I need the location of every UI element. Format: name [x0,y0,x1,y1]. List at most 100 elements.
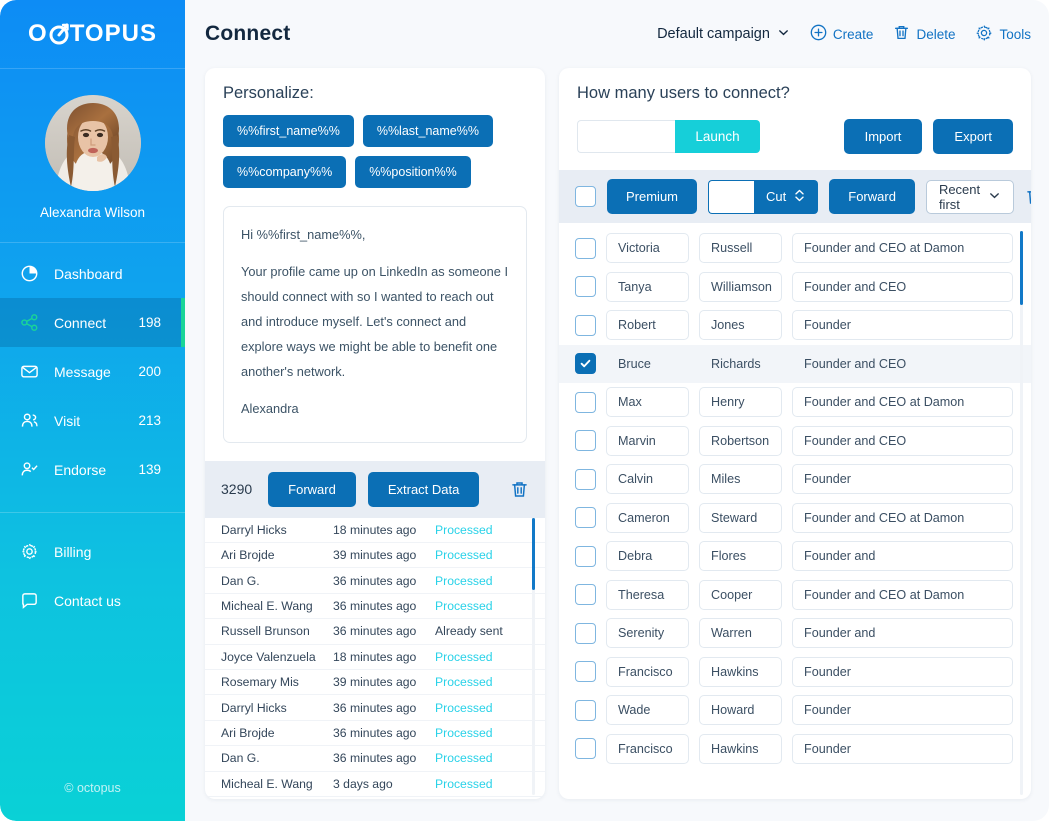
sidebar-item-message[interactable]: Message 200 [0,347,185,396]
tag-company[interactable]: %%company%% [223,156,347,188]
last-name-field[interactable]: Jones [699,310,782,341]
last-name-field[interactable]: Henry [699,387,782,418]
last-name-field[interactable]: Robertson [699,425,782,456]
message-textarea[interactable]: Hi %%first_name%%, Your profile came up … [223,206,527,443]
tools-button[interactable]: Tools [975,24,1031,45]
job-title-field[interactable]: Founder and CEO [792,349,1013,379]
table-row[interactable]: Bruce Richards Founder and CEO [559,344,1031,383]
cut-button[interactable]: Cut [754,179,819,214]
last-name-field[interactable]: Williamson [699,271,782,302]
first-name-field[interactable]: Bruce [606,349,689,379]
last-name-field[interactable]: Miles [699,464,782,495]
premium-button[interactable]: Premium [607,179,698,214]
row-checkbox[interactable] [575,430,596,452]
sidebar-item-dashboard[interactable]: Dashboard [0,249,185,298]
job-title-field[interactable]: Founder and [792,541,1013,572]
launch-button[interactable]: Launch [675,120,760,153]
activity-log-scrollbar[interactable] [532,517,535,795]
first-name-field[interactable]: Theresa [606,579,689,610]
table-row[interactable]: Theresa Cooper Founder and CEO at Damon [559,576,1031,615]
last-name-field[interactable]: Warren [699,618,782,649]
job-title-field[interactable]: Founder [792,733,1013,764]
table-row[interactable]: Wade Howard Founder [559,691,1031,730]
sort-order-select[interactable]: Recent first [925,179,1015,214]
users-count-input[interactable] [577,120,675,153]
row-checkbox[interactable] [575,699,596,721]
table-row[interactable]: Francisco Hawkins Founder [559,653,1031,692]
job-title-field[interactable]: Founder [792,695,1013,726]
campaign-selector[interactable]: Default campaign [657,26,790,43]
table-row[interactable]: Debra Flores Founder and [559,537,1031,576]
create-button[interactable]: Create [810,24,873,44]
export-button[interactable]: Export [933,119,1013,154]
delete-log-button[interactable] [510,480,529,499]
import-button[interactable]: Import [843,119,923,154]
last-name-field[interactable]: Richards [699,349,782,379]
first-name-field[interactable]: Tanya [606,271,689,302]
table-row[interactable]: Calvin Miles Founder [559,460,1031,499]
row-checkbox[interactable] [575,237,596,259]
first-name-field[interactable]: Wade [606,695,689,726]
last-name-field[interactable]: Howard [699,695,782,726]
first-name-field[interactable]: Debra [606,541,689,572]
table-row[interactable]: Robert Jones Founder [559,306,1031,345]
users-table-scrollbar[interactable] [1020,231,1023,795]
job-title-field[interactable]: Founder and CEO at Damon [792,502,1013,533]
table-row[interactable]: Max Henry Founder and CEO at Damon [559,383,1031,422]
job-title-field[interactable]: Founder and CEO [792,271,1013,302]
table-row[interactable]: Serenity Warren Founder and [559,614,1031,653]
job-title-field[interactable]: Founder and CEO at Damon [792,233,1013,264]
row-checkbox[interactable] [575,545,596,567]
last-name-field[interactable]: Hawkins [699,656,782,687]
row-checkbox[interactable] [575,391,596,413]
sidebar-item-connect[interactable]: Connect 198 [0,298,185,347]
row-checkbox[interactable] [575,468,596,490]
row-checkbox[interactable] [575,314,596,336]
first-name-field[interactable]: Cameron [606,502,689,533]
first-name-field[interactable]: Marvin [606,425,689,456]
last-name-field[interactable]: Hawkins [699,733,782,764]
job-title-field[interactable]: Founder and CEO [792,425,1013,456]
forward-button[interactable]: Forward [268,471,356,507]
first-name-field[interactable]: Victoria [606,233,689,264]
job-title-field[interactable]: Founder [792,656,1013,687]
table-row[interactable]: Victoria Russell Founder and CEO at Damon [559,229,1031,268]
table-row[interactable]: Marvin Robertson Founder and CEO [559,422,1031,461]
cut-amount-input[interactable] [708,179,755,214]
row-checkbox[interactable] [575,276,596,298]
activity-log-list[interactable]: Darryl Hicks 18 minutes ago Processed Ari B… [205,517,545,799]
delete-button[interactable]: Delete [893,24,955,44]
row-checkbox[interactable] [575,584,596,606]
delete-selected-button[interactable] [1025,187,1031,206]
sidebar-item-endorse[interactable]: Endorse 139 [0,445,185,494]
first-name-field[interactable]: Francisco [606,733,689,764]
sidebar-item-billing[interactable]: Billing [0,527,185,576]
extract-data-button[interactable]: Extract Data [367,471,480,507]
sidebar-item-visit[interactable]: Visit 213 [0,396,185,445]
users-table-scrollbar-thumb[interactable] [1020,231,1023,305]
row-checkbox[interactable] [575,507,596,529]
job-title-field[interactable]: Founder [792,464,1013,495]
job-title-field[interactable]: Founder [792,310,1013,341]
first-name-field[interactable]: Serenity [606,618,689,649]
tag-last-name[interactable]: %%last_name%% [362,115,493,147]
table-row[interactable]: Tanya Williamson Founder and CEO [559,268,1031,307]
row-checkbox[interactable] [575,353,596,375]
first-name-field[interactable]: Calvin [606,464,689,495]
job-title-field[interactable]: Founder and [792,618,1013,649]
row-checkbox[interactable] [575,661,596,683]
forward-selected-button[interactable]: Forward [829,179,915,214]
table-row[interactable]: Cameron Steward Founder and CEO at Damon [559,499,1031,538]
first-name-field[interactable]: Max [606,387,689,418]
job-title-field[interactable]: Founder and CEO at Damon [792,579,1013,610]
table-row[interactable]: Francisco Hawkins Founder [559,730,1031,769]
activity-log-scrollbar-thumb[interactable] [532,517,535,590]
first-name-field[interactable]: Francisco [606,656,689,687]
last-name-field[interactable]: Russell [699,233,782,264]
job-title-field[interactable]: Founder and CEO at Damon [792,387,1013,418]
app-logo[interactable]: O TOPUS [0,0,185,68]
row-checkbox[interactable] [575,738,596,760]
sidebar-item-contact-us[interactable]: Contact us [0,576,185,625]
select-all-checkbox[interactable] [575,186,596,207]
last-name-field[interactable]: Flores [699,541,782,572]
